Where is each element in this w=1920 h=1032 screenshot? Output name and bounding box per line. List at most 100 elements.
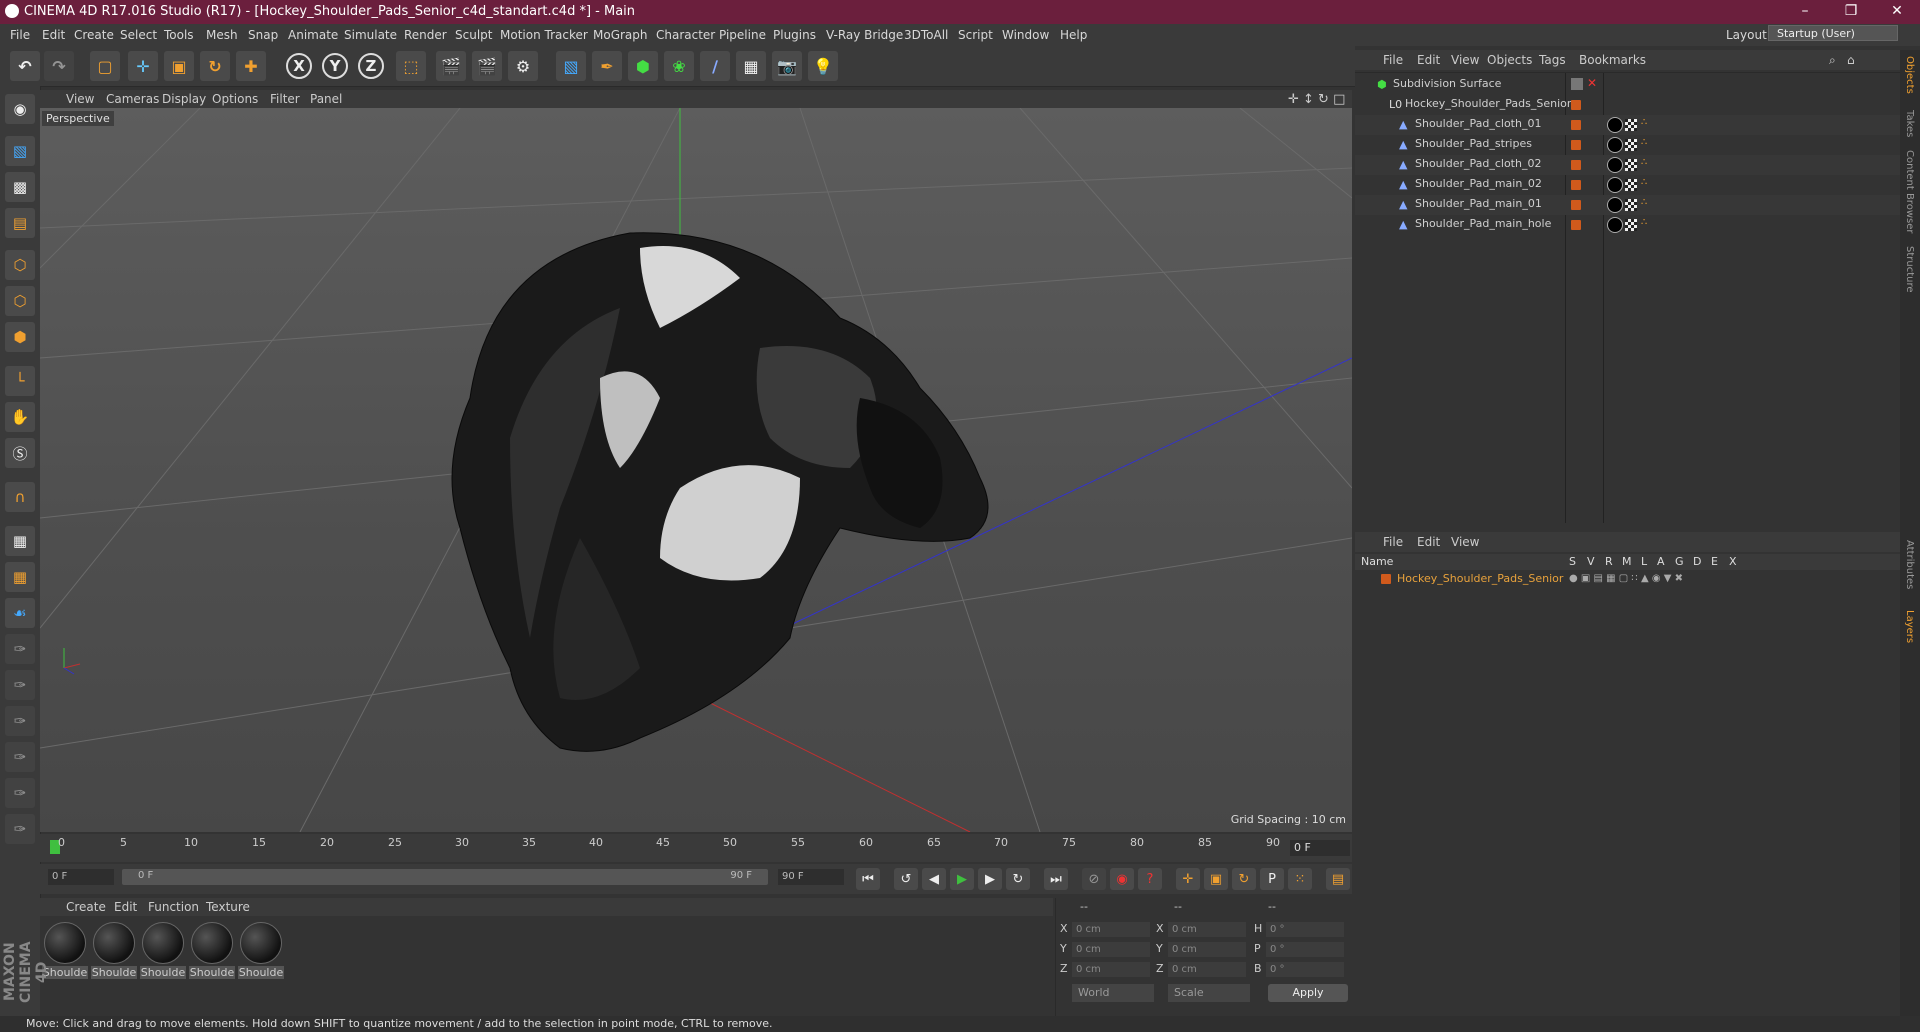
transform-icon[interactable]: ✚: [236, 51, 266, 81]
layer-color-icon[interactable]: [1571, 120, 1581, 130]
prev-key-icon[interactable]: ↺: [894, 868, 918, 890]
obj-menu-edit[interactable]: Edit: [1417, 53, 1440, 67]
material-tag-icon[interactable]: [1607, 157, 1623, 173]
obj-menu-tags[interactable]: Tags: [1539, 53, 1566, 67]
size-mode-select[interactable]: Scale: [1168, 984, 1250, 1002]
position-y-field[interactable]: 0 cm: [1072, 942, 1150, 957]
frame-range-slider[interactable]: 0 F 90 F: [122, 869, 768, 885]
tab-attributes[interactable]: Attributes: [1904, 540, 1915, 589]
tab-layers[interactable]: Layers: [1904, 610, 1915, 643]
start-frame-field[interactable]: 0 F: [48, 869, 114, 885]
material-menu-texture[interactable]: Texture: [206, 900, 250, 914]
live-selection-icon[interactable]: ▢: [90, 51, 120, 81]
goto-end-icon[interactable]: ⏭: [1044, 868, 1068, 890]
layer-menu-edit[interactable]: Edit: [1417, 535, 1440, 549]
key-position-icon[interactable]: ✛: [1176, 868, 1200, 890]
goto-start-icon[interactable]: ⏮: [856, 868, 880, 890]
autokey-icon[interactable]: ◉: [1110, 868, 1134, 890]
floor-icon[interactable]: ▦: [736, 51, 766, 81]
texture-tag-icon[interactable]: [1625, 159, 1637, 171]
viewport-navigation-icon[interactable]: ✛ ↕ ↻ □: [1288, 92, 1345, 107]
menu-snap[interactable]: Snap: [248, 28, 278, 42]
size-z-field[interactable]: 0 cm: [1168, 962, 1246, 977]
layer-color-icon[interactable]: [1571, 180, 1581, 190]
tweak-mode-icon[interactable]: ✋: [5, 402, 35, 432]
menu-sculpt[interactable]: Sculpt: [455, 28, 492, 42]
minimize-button[interactable]: –: [1782, 0, 1828, 24]
object-row[interactable]: ⬢ Subdivision Surface ✕: [1355, 75, 1900, 95]
current-frame-field[interactable]: 0 F: [1290, 840, 1350, 856]
menu-script[interactable]: Script: [958, 28, 993, 42]
material-swatch[interactable]: Shoulde: [140, 922, 186, 979]
layer-color-icon[interactable]: [1381, 574, 1391, 584]
menu-edit[interactable]: Edit: [42, 28, 65, 42]
obj-menu-bookmarks[interactable]: Bookmarks: [1579, 53, 1646, 67]
texture-tag-icon[interactable]: [1625, 219, 1637, 231]
menu-help[interactable]: Help: [1060, 28, 1087, 42]
uvw-tag-icon[interactable]: ∴: [1641, 217, 1647, 228]
position-x-field[interactable]: 0 cm: [1072, 922, 1150, 937]
coordinate-system-icon[interactable]: ⬚: [396, 51, 426, 81]
uvw-tag-icon[interactable]: ∴: [1641, 117, 1647, 128]
texture-tag-icon[interactable]: [1625, 119, 1637, 131]
layer-color-icon[interactable]: [1571, 140, 1581, 150]
timeline-window-icon[interactable]: ▤: [1326, 868, 1350, 890]
obj-menu-view[interactable]: View: [1451, 53, 1479, 67]
material-swatch[interactable]: Shoulde: [238, 922, 284, 979]
material-tag-icon[interactable]: [1607, 117, 1623, 133]
tab-takes[interactable]: Takes: [1904, 110, 1915, 137]
sculpt-tool-4-icon[interactable]: ✑: [5, 742, 35, 772]
z-axis-lock-icon[interactable]: Z: [358, 53, 384, 79]
deformer-icon[interactable]: ∕: [700, 51, 730, 81]
render-view-icon[interactable]: 🎬: [436, 51, 466, 81]
key-scale-icon[interactable]: ▣: [1204, 868, 1228, 890]
material-menu-edit[interactable]: Edit: [114, 900, 137, 914]
render-picture-viewer-icon[interactable]: 🎬: [472, 51, 502, 81]
polygons-mode-icon[interactable]: ⬢: [5, 322, 35, 352]
sculpt-tool-1-icon[interactable]: ✑: [5, 634, 35, 664]
menu-animate[interactable]: Animate: [288, 28, 338, 42]
viewport-menu-filter[interactable]: Filter: [270, 92, 300, 106]
x-axis-lock-icon[interactable]: X: [286, 53, 312, 79]
subdivision-surface-icon[interactable]: ⬢: [628, 51, 658, 81]
close-button[interactable]: ✕: [1874, 0, 1920, 24]
menu-select[interactable]: Select: [120, 28, 157, 42]
rotate-icon[interactable]: ↻: [200, 51, 230, 81]
position-z-field[interactable]: 0 cm: [1072, 962, 1150, 977]
menu-motion-tracker[interactable]: Motion Tracker: [500, 28, 588, 42]
material-tag-icon[interactable]: [1607, 177, 1623, 193]
scale-icon[interactable]: ▣: [164, 51, 194, 81]
workplane-mode-icon[interactable]: ▤: [5, 208, 35, 238]
object-row[interactable]: ▲ Shoulder_Pad_stripes ∴: [1355, 135, 1900, 155]
redo-icon[interactable]: ↷: [44, 51, 74, 81]
python-icon[interactable]: ☙: [5, 598, 35, 628]
edges-mode-icon[interactable]: ⬡: [5, 286, 35, 316]
camera-icon[interactable]: 📷: [772, 51, 802, 81]
material-menu-create[interactable]: Create: [66, 900, 106, 914]
uvw-tag-icon[interactable]: ∴: [1641, 137, 1647, 148]
disabled-check-icon[interactable]: ✕: [1587, 76, 1597, 90]
uvw-tag-icon[interactable]: ∴: [1641, 177, 1647, 188]
sculpt-tool-3-icon[interactable]: ✑: [5, 706, 35, 736]
rotation-b-field[interactable]: 0 °: [1266, 962, 1344, 977]
menu-tools[interactable]: Tools: [164, 28, 194, 42]
model-mode-icon[interactable]: ▧: [5, 136, 35, 166]
viewport-menu-display[interactable]: Display: [162, 92, 206, 106]
tab-content-browser[interactable]: Content Browser: [1904, 150, 1915, 233]
layer-menu-view[interactable]: View: [1451, 535, 1479, 549]
layer-toggle-icons[interactable]: ● ▣ ▤ ▦ ▢ ∷ ▲ ◉ ▼ ✖: [1569, 573, 1683, 584]
viewport-menu-cameras[interactable]: Cameras: [106, 92, 159, 106]
menu-vray-bridge[interactable]: V-Ray Bridge: [826, 28, 903, 42]
menu-mograph[interactable]: MoGraph: [593, 28, 648, 42]
layout-select[interactable]: Startup (User): [1768, 25, 1898, 41]
maximize-button[interactable]: ❐: [1828, 0, 1874, 24]
object-row[interactable]: ▲ Shoulder_Pad_main_hole ∴: [1355, 215, 1900, 235]
workplane-lock-icon[interactable]: ▦: [5, 526, 35, 556]
menu-mesh[interactable]: Mesh: [206, 28, 238, 42]
layer-color-icon[interactable]: [1571, 100, 1581, 110]
size-x-field[interactable]: 0 cm: [1168, 922, 1246, 937]
layer-row[interactable]: Hockey_Shoulder_Pads_Senior ● ▣ ▤ ▦ ▢ ∷ …: [1355, 570, 1900, 590]
texture-mode-icon[interactable]: ▩: [5, 172, 35, 202]
sculpt-tool-5-icon[interactable]: ✑: [5, 778, 35, 808]
cloner-icon[interactable]: ❀: [664, 51, 694, 81]
